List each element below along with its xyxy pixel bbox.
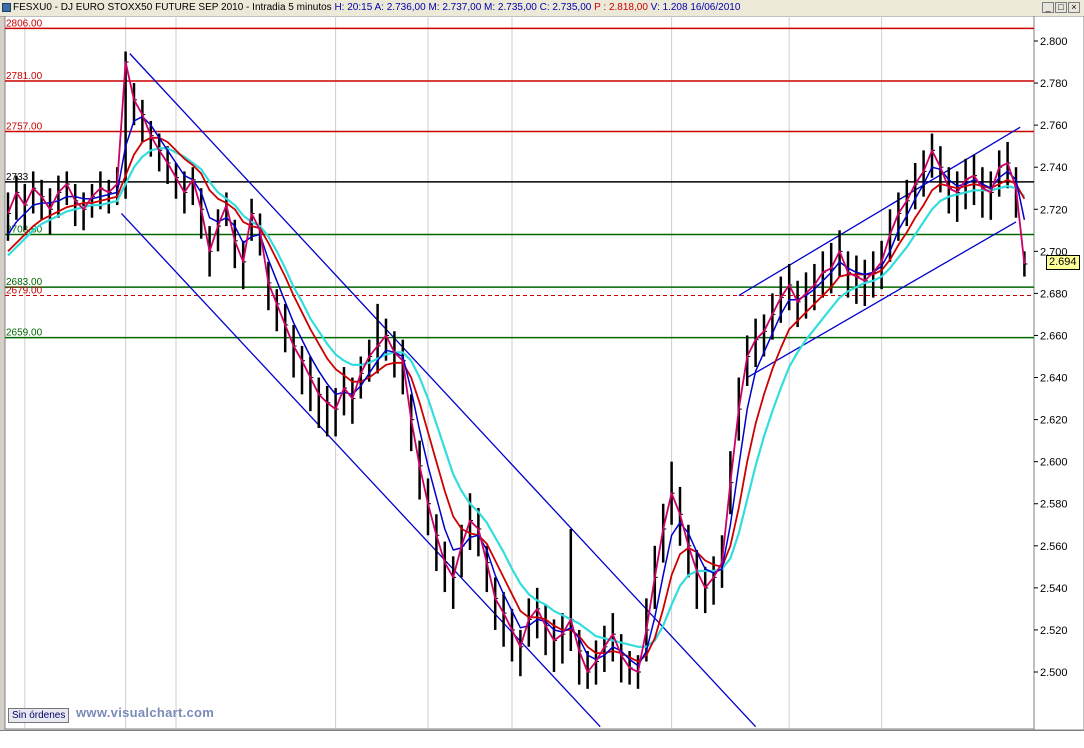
y-tick-label: 2.780 [1040, 78, 1068, 90]
symbol: FESXU0 [13, 2, 52, 13]
maximize-button[interactable]: □ [1055, 2, 1067, 13]
watermark: www.visualchart.com [76, 705, 215, 720]
close-button[interactable]: × [1068, 2, 1080, 13]
y-tick-label: 2.640 [1040, 373, 1068, 385]
date-value: 16/06/2010 [690, 2, 741, 13]
y-tick-label: 2.560 [1040, 541, 1068, 553]
y-tick-label: 2.600 [1040, 457, 1068, 469]
y-tick-label: 2.580 [1040, 499, 1068, 511]
prev-value: P : 2.818,00 [594, 2, 648, 13]
level-label: 2679.00 [6, 286, 43, 297]
orders-button[interactable]: Sin órdenes [8, 708, 70, 723]
y-tick-label: 2.740 [1040, 162, 1068, 174]
level-label: 2806.00 [6, 18, 43, 29]
minimize-button[interactable]: _ [1042, 2, 1054, 13]
level-label: 2659.00 [6, 328, 43, 339]
y-tick-label: 2.620 [1040, 415, 1068, 427]
y-tick-label: 2.500 [1040, 667, 1068, 679]
plot-area [4, 16, 1035, 730]
close-value: C: 2.735,00 [539, 2, 592, 13]
title-bar: FESXU0 - DJ EURO STOXX50 FUTURE SEP 2010… [0, 0, 1084, 17]
x-axis-bar [0, 730, 1084, 748]
period: Intradia 5 minutos [252, 2, 332, 13]
y-tick-label: 2.720 [1040, 204, 1068, 216]
y-tick-label: 2.540 [1040, 583, 1068, 595]
level-label: 2781.00 [6, 71, 43, 82]
time-value: H: 20:15 [334, 2, 373, 13]
last-price-tag: 2.694 [1046, 255, 1080, 270]
high-value: M: 2.737,00 [428, 2, 482, 13]
instrument-name: DJ EURO STOXX50 FUTURE SEP 2010 [60, 2, 244, 13]
level-label: 2757.00 [6, 121, 43, 132]
y-tick-label: 2.520 [1040, 625, 1068, 637]
chart-icon [2, 3, 11, 12]
y-tick-label: 2.680 [1040, 288, 1068, 300]
price-chart[interactable]: 2.500 2.520 2.540 2.560 2.580 2.600 2.620 2.640… [0, 16, 1084, 730]
y-tick-label: 2.660 [1040, 330, 1068, 342]
title-text: FESXU0 - DJ EURO STOXX50 FUTURE SEP 2010… [13, 2, 741, 13]
y-tick-label: 2.760 [1040, 120, 1068, 132]
low-value: M: 2.735,00 [484, 2, 537, 13]
open-value: A: 2.736,00 [374, 2, 426, 13]
y-tick-label: 2.800 [1040, 36, 1068, 48]
chart-window: FESXU0 - DJ EURO STOXX50 FUTURE SEP 2010… [0, 0, 1084, 748]
volume-value: V: 1.208 [650, 2, 688, 13]
